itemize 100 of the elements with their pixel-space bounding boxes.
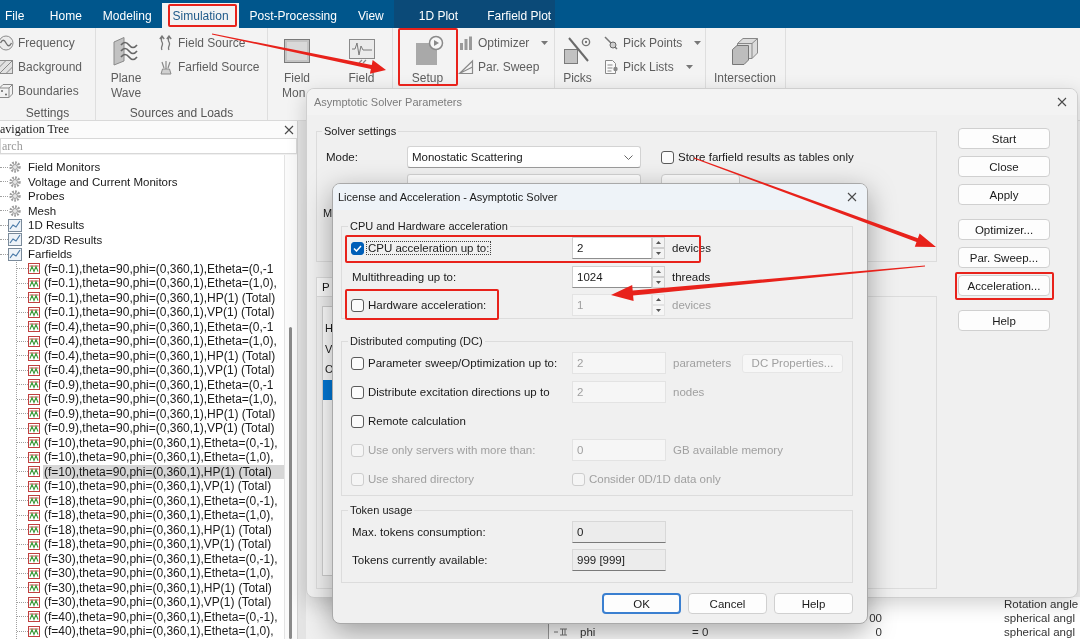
spin-down-button[interactable]	[652, 276, 665, 288]
tree-item[interactable]: Field Monitors	[27, 160, 102, 175]
farfield-plot-icon	[28, 437, 40, 449]
number-field[interactable]: 2	[572, 237, 652, 259]
dialog-button[interactable]: Start	[958, 128, 1050, 149]
tree-item[interactable]: (f=30),theta=90,phi=(0,360,1),VP(1) (Total)	[43, 595, 284, 610]
ribbon-button[interactable]: Frequency	[0, 31, 83, 55]
tree-item[interactable]: (f=18),theta=90,phi=(0,360,1),VP(1) (Total)	[43, 537, 284, 552]
tree-item[interactable]: (f=30),theta=90,phi=(0,360,1),Etheta=(1,0),	[43, 566, 284, 581]
spin-up-button[interactable]	[652, 265, 665, 277]
ribbon-button[interactable]: Intersection	[712, 31, 778, 86]
ribbon-button[interactable]: Plane Wave	[105, 31, 147, 101]
tree-item[interactable]: (f=0.9),theta=90,phi=(0,360,1),VP(1) (Total)	[43, 421, 284, 436]
table-cell: 00	[869, 611, 882, 625]
dialog-button[interactable]: Apply	[958, 184, 1050, 205]
tree-item[interactable]: (f=0.1),theta=90,phi=(0,360,1),VP(1) (Total)	[43, 305, 284, 320]
ribbon-button[interactable]: Farfield Source	[158, 55, 260, 79]
ribbon-button[interactable]: Field	[345, 31, 378, 86]
ribbon-button[interactable]: Par. Sweep	[458, 55, 549, 79]
tree-item[interactable]: (f=0.1),theta=90,phi=(0,360,1),Etheta=(1,0),	[43, 276, 284, 291]
menu-tab[interactable]: Home	[39, 3, 93, 28]
tree-item[interactable]: (f=0.9),theta=90,phi=(0,360,1),Etheta=(1,0),	[43, 392, 284, 407]
tree-item[interactable]: (f=10),theta=90,phi=(0,360,1),HP(1) (Total)	[43, 464, 284, 479]
spin-up-button[interactable]	[652, 294, 665, 305]
tree-item[interactable]: (f=0.4),theta=90,phi=(0,360,1),Etheta=(0,-1	[43, 319, 284, 334]
tree-item[interactable]: Mesh	[27, 203, 58, 218]
tree-item[interactable]: (f=0.4),theta=90,phi=(0,360,1),VP(1) (Total)	[43, 363, 284, 378]
dialog-button[interactable]: Par. Sweep...	[958, 247, 1050, 268]
tree-item[interactable]: (f=0.4),theta=90,phi=(0,360,1),Etheta=(1,0),	[43, 334, 284, 349]
checkbox[interactable]	[351, 356, 364, 370]
search-field[interactable]: arch	[0, 138, 297, 154]
menu-tab[interactable]: Farfield Plot	[478, 3, 556, 28]
ribbon-button[interactable]: Setup	[400, 31, 455, 86]
menu-tab[interactable]: 1D Plot	[394, 3, 479, 28]
window-title: License and Acceleration - Asymptotic Solver	[338, 191, 558, 203]
checkbox[interactable]	[351, 385, 364, 399]
down-arrow-icon	[656, 309, 661, 312]
tree-item[interactable]: (f=30),theta=90,phi=(0,360,1),Etheta=(0,-1),	[43, 551, 284, 566]
tree-item[interactable]: (f=0.9),theta=90,phi=(0,360,1),HP(1) (Total)	[43, 406, 284, 421]
checkbox-label[interactable]: CPU acceleration up to:	[367, 242, 491, 254]
menu-tab[interactable]: Modeling	[92, 3, 163, 28]
scrollbar-thumb[interactable]	[289, 327, 292, 639]
ribbon-button[interactable]: Pick Points	[603, 31, 702, 55]
close-icon[interactable]	[284, 124, 294, 135]
checkbox[interactable]	[351, 298, 364, 312]
tree-item[interactable]: (f=40),theta=90,phi=(0,360,1),Etheta=(0,-1),	[43, 609, 284, 624]
checkbox-label[interactable]: Parameter sweep/Optimization up to:	[367, 357, 559, 369]
ribbon-button[interactable]: Pick Lists	[603, 55, 702, 79]
tree-item[interactable]: (f=30),theta=90,phi=(0,360,1),HP(1) (Total)	[43, 580, 284, 595]
tree-item[interactable]: (f=0.1),theta=90,phi=(0,360,1),HP(1) (Total)	[43, 290, 284, 305]
tree-item[interactable]: (f=18),theta=90,phi=(0,360,1),Etheta=(1,0),	[43, 508, 284, 523]
number-field[interactable]: 1024	[572, 265, 652, 288]
spin-down-button[interactable]	[652, 305, 665, 316]
checkbox-label[interactable]: Hardware acceleration:	[367, 299, 488, 311]
tree-item[interactable]: (f=0.9),theta=90,phi=(0,360,1),Etheta=(0,-1	[43, 377, 284, 392]
farfield-plot-icon	[28, 524, 40, 536]
highlight-frame	[168, 4, 237, 27]
tree-item[interactable]: (f=18),theta=90,phi=(0,360,1),HP(1) (Total)	[43, 522, 284, 537]
menu-tab[interactable]: Post-Processing	[239, 3, 348, 28]
tree-item[interactable]: (f=18),theta=90,phi=(0,360,1),Etheta=(0,-1),	[43, 493, 284, 508]
checkbox-label[interactable]: Distribute excitation directions up to	[367, 386, 551, 398]
tree-item[interactable]: Voltage and Current Monitors	[27, 174, 179, 189]
spin-down-button[interactable]	[652, 248, 665, 259]
dialog-button[interactable]: Help	[958, 310, 1050, 331]
mode-dropdown[interactable]: Monostatic Scattering	[407, 146, 641, 168]
ribbon-button[interactable]: Field Source	[158, 31, 260, 55]
tree-item[interactable]: 2D/3D Results	[27, 232, 104, 247]
dialog-button[interactable]: Close	[958, 156, 1050, 177]
tree-item[interactable]: Probes	[27, 189, 66, 204]
dialog-button[interactable]: Cancel	[688, 593, 767, 614]
wavy-arrows-icon	[158, 35, 174, 51]
tree-item[interactable]: (f=0.1),theta=90,phi=(0,360,1),Etheta=(0,-1	[43, 261, 284, 276]
tree-item[interactable]: 1D Results	[27, 218, 86, 233]
tree-item[interactable]: (f=10),theta=90,phi=(0,360,1),Etheta=(0,-1),	[43, 435, 284, 450]
close-icon[interactable]	[1057, 97, 1067, 107]
tree-item[interactable]: (f=10),theta=90,phi=(0,360,1),VP(1) (Total)	[43, 479, 284, 494]
dialog-button[interactable]: Help	[774, 593, 853, 614]
checkbox[interactable]	[661, 150, 674, 164]
menu-tab[interactable]: File	[0, 3, 40, 28]
tree-item[interactable]: (f=0.4),theta=90,phi=(0,360,1),HP(1) (Total)	[43, 348, 284, 363]
checkbox-label[interactable]: Remote calculation	[367, 415, 467, 427]
checkbox[interactable]	[351, 241, 364, 255]
tree-item[interactable]: Farfields	[27, 247, 74, 262]
checkbox[interactable]	[351, 414, 364, 428]
ribbon-button[interactable]: Boundaries	[0, 79, 83, 103]
farfield-plot-icon	[28, 393, 40, 405]
ribbon-button[interactable]: Picks	[562, 31, 593, 86]
dialog-button[interactable]: Optimizer...	[958, 219, 1050, 240]
menu-tab[interactable]: View	[347, 3, 395, 28]
farfield-plot-icon	[28, 321, 40, 333]
ribbon-button[interactable]: Optimizer	[458, 31, 549, 55]
ribbon-button[interactable]: Background	[0, 55, 83, 79]
spin-up-button[interactable]	[652, 237, 665, 248]
tree-item[interactable]: (f=40),theta=90,phi=(0,360,1),Etheta=(1,0),	[43, 624, 284, 639]
dialog-button[interactable]: OK	[602, 593, 681, 614]
close-icon[interactable]	[847, 192, 857, 202]
tree-item[interactable]: (f=10),theta=90,phi=(0,360,1),Etheta=(1,0),	[43, 450, 284, 465]
checkbox-label[interactable]: Store farfield results as tables only	[678, 151, 854, 163]
dialog-button[interactable]: Acceleration...	[958, 275, 1050, 296]
readonly-field: 999 [999]	[572, 549, 666, 571]
